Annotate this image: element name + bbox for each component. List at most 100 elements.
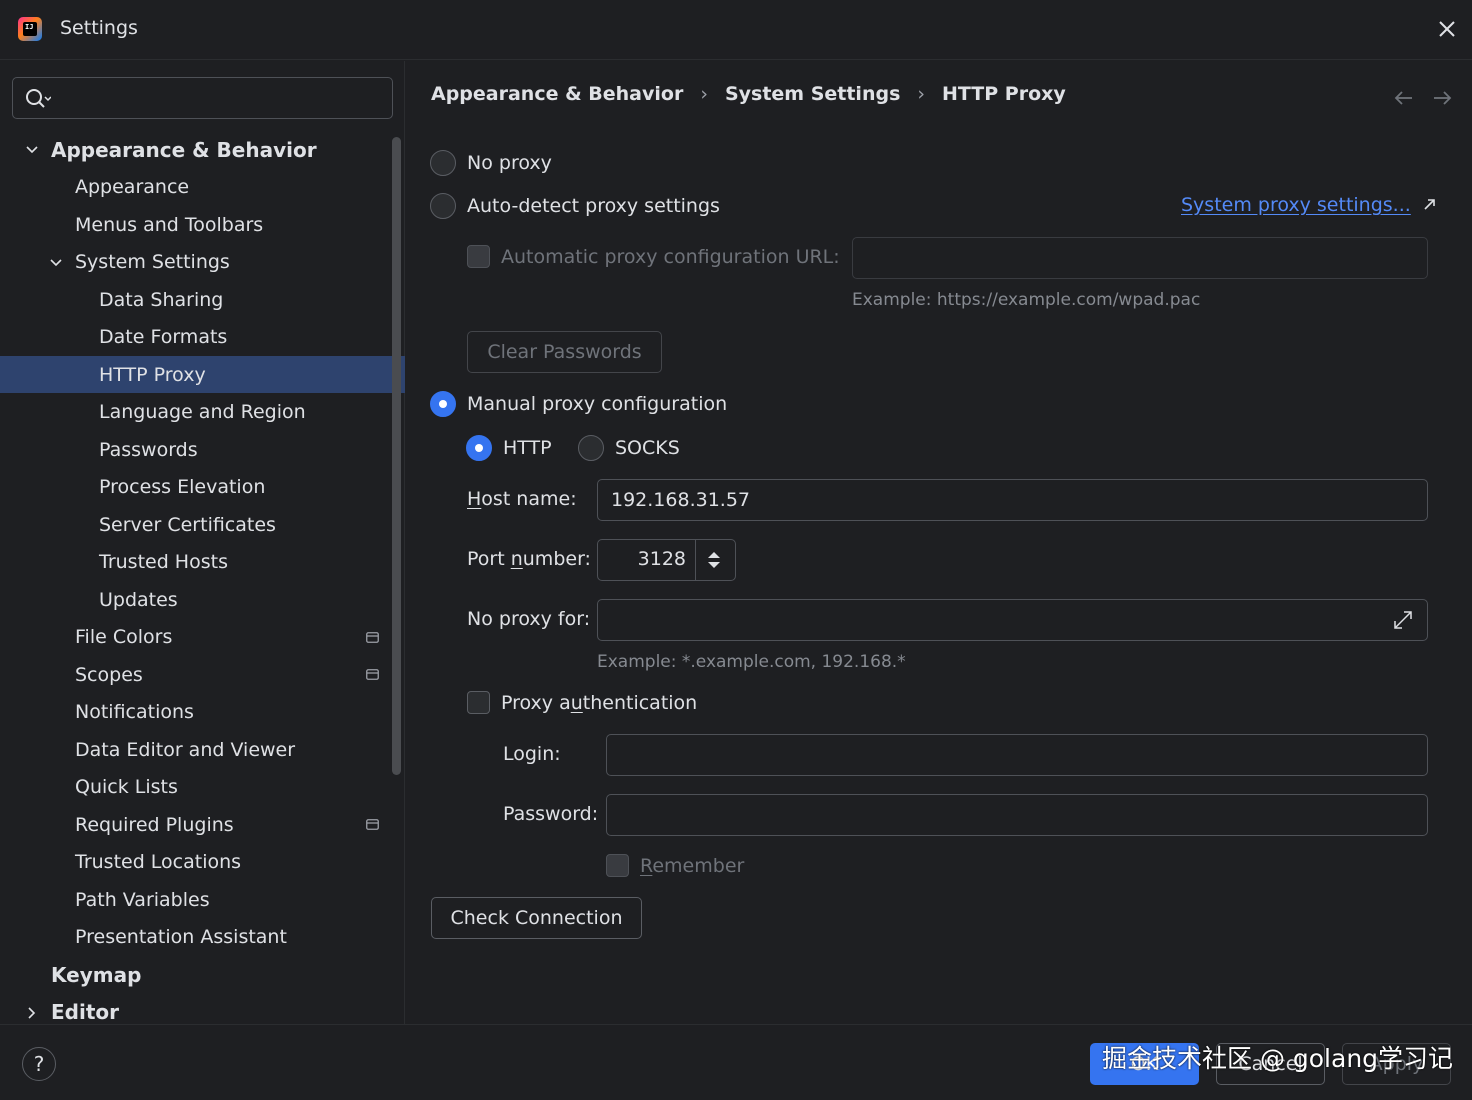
breadcrumb-item[interactable]: System Settings <box>725 83 900 105</box>
host-name-field[interactable] <box>597 479 1428 521</box>
sidebar-item-trusted-hosts[interactable]: Trusted Hosts <box>0 544 405 581</box>
sidebar-item-quick-lists[interactable]: Quick Lists <box>0 769 405 806</box>
sidebar-item-label: Path Variables <box>75 888 210 911</box>
search-input[interactable] <box>61 84 381 112</box>
help-button[interactable]: ? <box>22 1047 56 1081</box>
auto-config-url-option: Automatic proxy configuration URL: <box>467 245 840 268</box>
intellij-app-icon: IJ <box>18 17 42 41</box>
sidebar-item-data-editor-and-viewer[interactable]: Data Editor and Viewer <box>0 731 405 768</box>
sidebar-item-language-and-region[interactable]: Language and Region <box>0 394 405 431</box>
manual-proxy-radio[interactable] <box>430 391 456 417</box>
check-connection-button[interactable]: Check Connection <box>431 897 642 939</box>
no-proxy-for-field[interactable] <box>597 599 1428 641</box>
sidebar-item-required-plugins[interactable]: Required Plugins <box>0 806 405 843</box>
no-proxy-for-label: No proxy for: <box>467 608 591 630</box>
socks-option[interactable]: SOCKS <box>578 435 680 461</box>
breadcrumb-item: HTTP Proxy <box>942 83 1066 105</box>
manual-proxy-option[interactable]: Manual proxy configuration <box>430 391 727 417</box>
password-label: Password: <box>503 803 599 825</box>
sidebar-item-passwords[interactable]: Passwords <box>0 431 405 468</box>
breadcrumb-item[interactable]: Appearance & Behavior <box>431 83 683 105</box>
sidebar-item-label: Notifications <box>75 701 194 723</box>
auth-label-mnemonic: u <box>570 691 583 714</box>
sidebar-item-server-certificates[interactable]: Server Certificates <box>0 506 405 543</box>
forward-arrow-icon[interactable] <box>1431 87 1453 109</box>
sidebar-item-scopes[interactable]: Scopes <box>0 656 405 693</box>
sidebar-scrollbar[interactable] <box>392 137 401 775</box>
sidebar-item-menus-and-toolbars[interactable]: Menus and Toolbars <box>0 206 405 243</box>
auto-detect-option[interactable]: Auto-detect proxy settings <box>430 193 720 219</box>
sidebar-item-system-settings[interactable]: System Settings <box>0 244 405 281</box>
port-label-rest: umber: <box>522 548 591 570</box>
sidebar-item-label: Appearance & Behavior <box>51 137 317 162</box>
no-proxy-for-input[interactable] <box>611 607 1371 633</box>
host-name-label-text: ost name: <box>481 488 577 510</box>
sidebar-item-updates[interactable]: Updates <box>0 581 405 618</box>
remember-label-text: emember <box>652 854 745 877</box>
sidebar-item-appearance[interactable]: Appearance <box>0 169 405 206</box>
stepper-arrows-icon[interactable] <box>707 550 721 570</box>
system-proxy-settings-link[interactable]: System proxy settings... <box>1181 194 1437 216</box>
remember-checkbox[interactable] <box>606 854 629 877</box>
socks-radio[interactable] <box>578 435 604 461</box>
no-proxy-radio[interactable] <box>430 150 456 176</box>
sidebar-item-label: Menus and Toolbars <box>75 213 264 236</box>
chevron-right-icon[interactable] <box>24 1005 40 1021</box>
auto-detect-radio[interactable] <box>430 193 456 219</box>
port-number-value[interactable]: 3128 <box>638 548 686 570</box>
sidebar-item-date-formats[interactable]: Date Formats <box>0 319 405 356</box>
proxy-authentication-label: Proxy authentication <box>501 692 697 714</box>
socks-label: SOCKS <box>615 437 680 459</box>
port-number-stepper[interactable]: 3128 <box>597 539 736 581</box>
password-field[interactable] <box>606 794 1428 836</box>
sidebar-item-label: Presentation Assistant <box>75 926 287 948</box>
breadcrumb: Appearance & Behavior › System Settings … <box>431 83 1066 105</box>
http-option[interactable]: HTTP <box>466 435 552 461</box>
breadcrumb-separator-icon: › <box>917 83 925 105</box>
close-icon[interactable] <box>1434 16 1460 42</box>
sidebar-item-notifications[interactable]: Notifications <box>0 694 405 731</box>
sidebar-item-label: Trusted Hosts <box>99 551 228 573</box>
auto-config-url-checkbox[interactable] <box>467 245 490 268</box>
sidebar-item-label: Trusted Locations <box>75 851 242 873</box>
proxy-authentication-option[interactable]: Proxy authentication <box>467 691 697 714</box>
back-arrow-icon[interactable] <box>1393 87 1415 109</box>
sidebar-item-label: Required Plugins <box>75 813 234 836</box>
project-level-icon <box>366 669 379 680</box>
chevron-down-icon[interactable] <box>48 255 64 271</box>
sidebar-item-presentation-assistant[interactable]: Presentation Assistant <box>0 919 405 956</box>
sidebar-item-http-proxy[interactable]: HTTP Proxy <box>0 356 405 393</box>
clear-passwords-button[interactable]: Clear Passwords <box>467 331 662 373</box>
title-bar: IJ Settings <box>0 0 1472 60</box>
chevron-down-icon[interactable] <box>24 142 40 158</box>
sidebar-item-process-elevation[interactable]: Process Elevation <box>0 469 405 506</box>
sidebar-item-label: System Settings <box>75 251 230 273</box>
expand-icon[interactable] <box>1391 608 1415 632</box>
sidebar-item-file-colors[interactable]: File Colors <box>0 619 405 656</box>
login-input[interactable] <box>620 742 1358 768</box>
proxy-authentication-checkbox[interactable] <box>467 691 490 714</box>
no-proxy-option[interactable]: No proxy <box>430 150 552 176</box>
auto-config-url-field[interactable] <box>852 237 1428 279</box>
breadcrumb-separator-icon: › <box>700 83 708 105</box>
stepper-divider <box>695 540 696 580</box>
login-field[interactable] <box>606 734 1428 776</box>
auto-config-url-label: Automatic proxy configuration URL: <box>501 245 840 268</box>
sidebar-item-data-sharing[interactable]: Data Sharing <box>0 281 405 318</box>
sidebar-item-keymap[interactable]: Keymap <box>0 956 405 993</box>
window-title: Settings <box>60 17 138 39</box>
http-label: HTTP <box>503 437 552 459</box>
sidebar-item-path-variables[interactable]: Path Variables <box>0 881 405 918</box>
remember-mnemonic: R <box>640 854 653 877</box>
settings-search-box[interactable] <box>12 77 393 119</box>
password-input[interactable] <box>620 802 1358 828</box>
auto-detect-label: Auto-detect proxy settings <box>467 195 720 217</box>
sidebar-item-appearance-behavior[interactable]: Appearance & Behavior <box>0 131 405 168</box>
auto-config-url-input[interactable] <box>866 245 1383 271</box>
host-name-input[interactable] <box>611 487 1358 513</box>
host-name-label: Host name: <box>467 488 577 510</box>
sidebar-item-trusted-locations[interactable]: Trusted Locations <box>0 844 405 881</box>
sidebar-item-label: HTTP Proxy <box>99 363 206 386</box>
remember-option: Remember <box>606 854 744 877</box>
http-radio[interactable] <box>466 435 492 461</box>
